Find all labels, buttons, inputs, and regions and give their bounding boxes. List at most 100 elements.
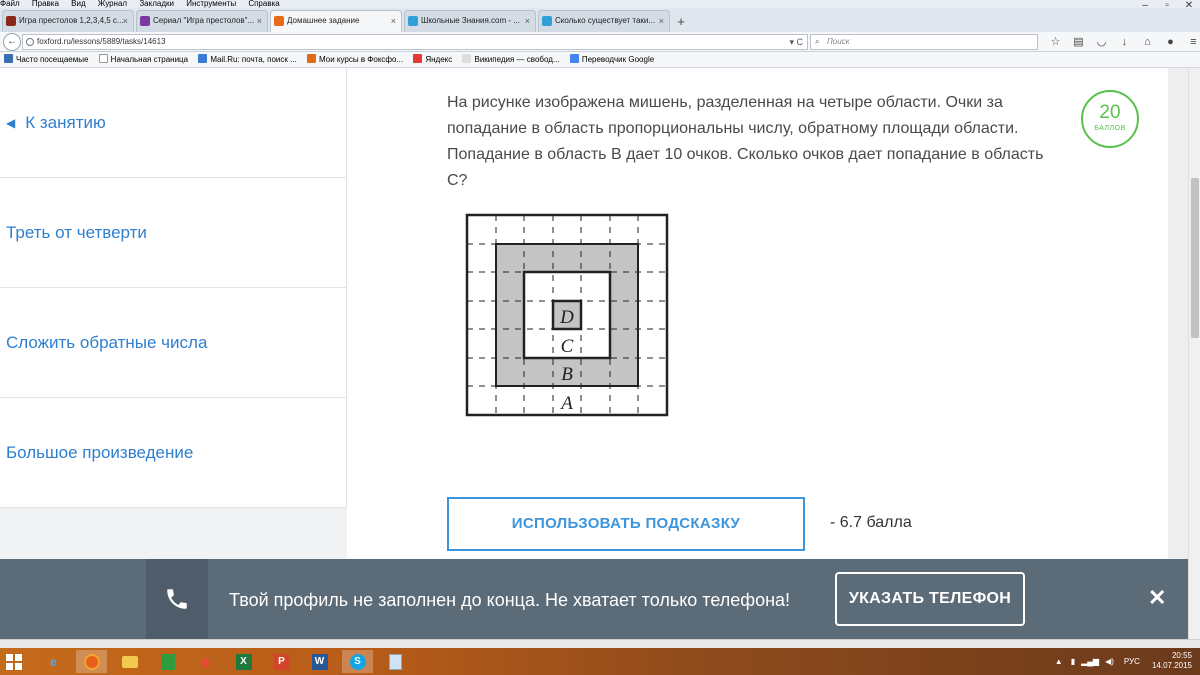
menu-history[interactable]: Журнал [98,0,127,8]
tab-label: Домашнее задание [287,16,360,25]
horizontal-scrollbar[interactable] [0,639,1200,648]
clock[interactable]: 20:55 14.07.2015 [1152,651,1192,671]
task-statement: На рисунке изображена мишень, разделенна… [447,94,1044,189]
vertical-scrollbar[interactable] [1188,68,1200,639]
translate-icon [569,54,579,63]
language-indicator[interactable]: РУС [1124,657,1140,666]
bookmark-item[interactable]: Переводчик Google [569,54,654,64]
explorer-icon[interactable] [114,650,145,673]
sidebar-task-label: Большое произведение [6,442,194,462]
points-label: БАЛЛОВ [1094,125,1126,132]
firefox-icon[interactable] [76,650,107,673]
back-to-lesson-link[interactable]: ◀ К занятию [0,68,347,178]
right-margin [1168,68,1188,639]
powerpoint-icon[interactable]: P [266,650,297,673]
globe-icon [26,38,34,46]
tab-label: Сериал "Игра престолов"... [153,16,255,25]
hint-cost: - 6.7 балла [830,514,912,531]
new-tab-icon[interactable]: + [672,12,690,32]
tab-5[interactable]: Сколько существует таки... × [538,10,670,32]
navigation-bar: ← foxford.ru/lessons/5889/tasks/14613 ▾ … [0,32,1200,52]
folder-icon [4,54,13,63]
url-bar[interactable]: foxford.ru/lessons/5889/tasks/14613 ▾ C [22,34,808,50]
mailru-icon [198,54,208,63]
sidebar-task-item[interactable]: Большое произведение [0,398,347,508]
reading-list-icon[interactable]: ▤ [1067,34,1090,50]
bookmark-item[interactable]: Часто посещаемые [4,54,88,64]
excel-icon[interactable]: X [228,650,259,673]
ie-icon[interactable]: e [38,650,69,673]
signal-icon[interactable]: ▂▄▆ [1081,657,1099,666]
bookmark-item[interactable]: Яндекс [413,54,452,64]
target-diagram: D C B A [465,213,669,417]
bookmark-item[interactable]: Mail.Ru: почта, поиск ... [198,54,297,64]
add-phone-button[interactable]: УКАЗАТЬ ТЕЛЕФОН [835,572,1025,626]
home-icon[interactable]: ⌂ [1136,34,1159,50]
word-icon[interactable]: W [304,650,335,673]
chat-icon[interactable]: ● [1159,34,1182,50]
pocket-icon[interactable]: ◡ [1090,34,1113,50]
clock-date: 14.07.2015 [1151,661,1192,670]
tab-close-icon[interactable]: × [391,11,396,31]
sidebar-task-item[interactable]: Треть от четверти [0,178,347,288]
tab-favicon-icon [408,16,418,26]
tab-close-icon[interactable]: × [123,11,128,31]
target-figure: D C B A [464,212,670,423]
sidebar-task-item[interactable]: Сложить обратные числа [0,288,347,398]
scrollbar-thumb[interactable] [1191,178,1199,338]
bookmark-item[interactable]: Мои курсы в Фоксфо... [307,54,403,64]
tab-2[interactable]: Сериал "Игра престолов"... × [136,10,268,32]
skype-icon[interactable]: S [342,650,373,673]
label-b: B [561,364,573,385]
task-sidebar: ◀ К занятию Треть от четверти Сложить об… [0,68,347,639]
menu-edit[interactable]: Правка [32,0,59,8]
windows-start-icon[interactable] [6,654,22,670]
tab-1[interactable]: Игра престолов 1,2,3,4,5 с... × [2,10,134,32]
system-tray: ▲ ▮ ▂▄▆ ◀) РУС 20:55 14.07.2015 [1055,651,1192,671]
menu-help[interactable]: Справка [248,0,279,8]
viewer-icon[interactable]: ◉ [190,650,221,673]
notification-message: Твой профиль не заполнен до конца. Не хв… [229,590,791,610]
page-icon [98,54,108,63]
menu-icon[interactable]: ≡ [1182,34,1200,50]
tab-close-icon[interactable]: × [257,11,262,31]
search-input[interactable]: ⌕ Поиск [810,34,1038,50]
tab-close-icon[interactable]: × [659,11,664,31]
clock-time: 20:55 [1171,651,1192,660]
tab-close-icon[interactable]: × [525,11,530,31]
profile-notification: Твой профиль не заполнен до конца. Не хв… [0,559,1188,639]
back-label: К занятию [25,112,106,132]
tab-3[interactable]: Домашнее задание × [270,10,402,32]
bookmark-item[interactable]: Википедия — свобод... [462,54,560,64]
tab-favicon-icon [140,16,150,26]
taskbar-apps: e ◉ X P W S [38,650,418,673]
network-icon[interactable]: ▮ [1071,657,1075,666]
tray-arrow-icon[interactable]: ▲ [1055,657,1063,666]
sidebar-task-label: Сложить обратные числа [6,332,208,352]
reload-icon[interactable]: ▾ C [789,35,803,49]
calc-icon[interactable] [152,650,183,673]
back-arrow-icon[interactable]: ← [3,33,21,51]
tab-favicon-icon [274,16,284,26]
wikipedia-icon [462,54,472,63]
label-d: D [559,307,574,328]
bookmark-item[interactable]: Начальная страница [98,54,188,64]
close-icon[interactable]: ✕ [1148,585,1166,611]
sidebar-task-label: Треть от четверти [6,222,147,242]
tab-favicon-icon [542,16,552,26]
volume-icon[interactable]: ◀) [1105,657,1114,666]
chevron-left-icon: ◀ [6,115,16,130]
menu-bookmarks[interactable]: Закладки [139,0,174,8]
tab-strip: Игра престолов 1,2,3,4,5 с... × Сериал "… [0,8,1200,32]
download-icon[interactable]: ↓ [1113,34,1136,50]
use-hint-button[interactable]: ИСПОЛЬЗОВАТЬ ПОДСКАЗКУ [447,497,805,551]
menu-tools[interactable]: Инструменты [186,0,236,8]
tab-label: Сколько существует таки... [555,16,656,25]
notes-icon[interactable] [380,650,411,673]
menu-view[interactable]: Вид [71,0,85,8]
menu-file[interactable]: Файл [0,0,20,8]
tab-label: Игра престолов 1,2,3,4,5 с... [19,16,124,25]
tab-4[interactable]: Школьные Знания.com - ... × [404,10,536,32]
toolbar-icons: ☆ ▤ ◡ ↓ ⌂ ● ≡ [1044,34,1200,50]
star-icon[interactable]: ☆ [1044,34,1067,50]
